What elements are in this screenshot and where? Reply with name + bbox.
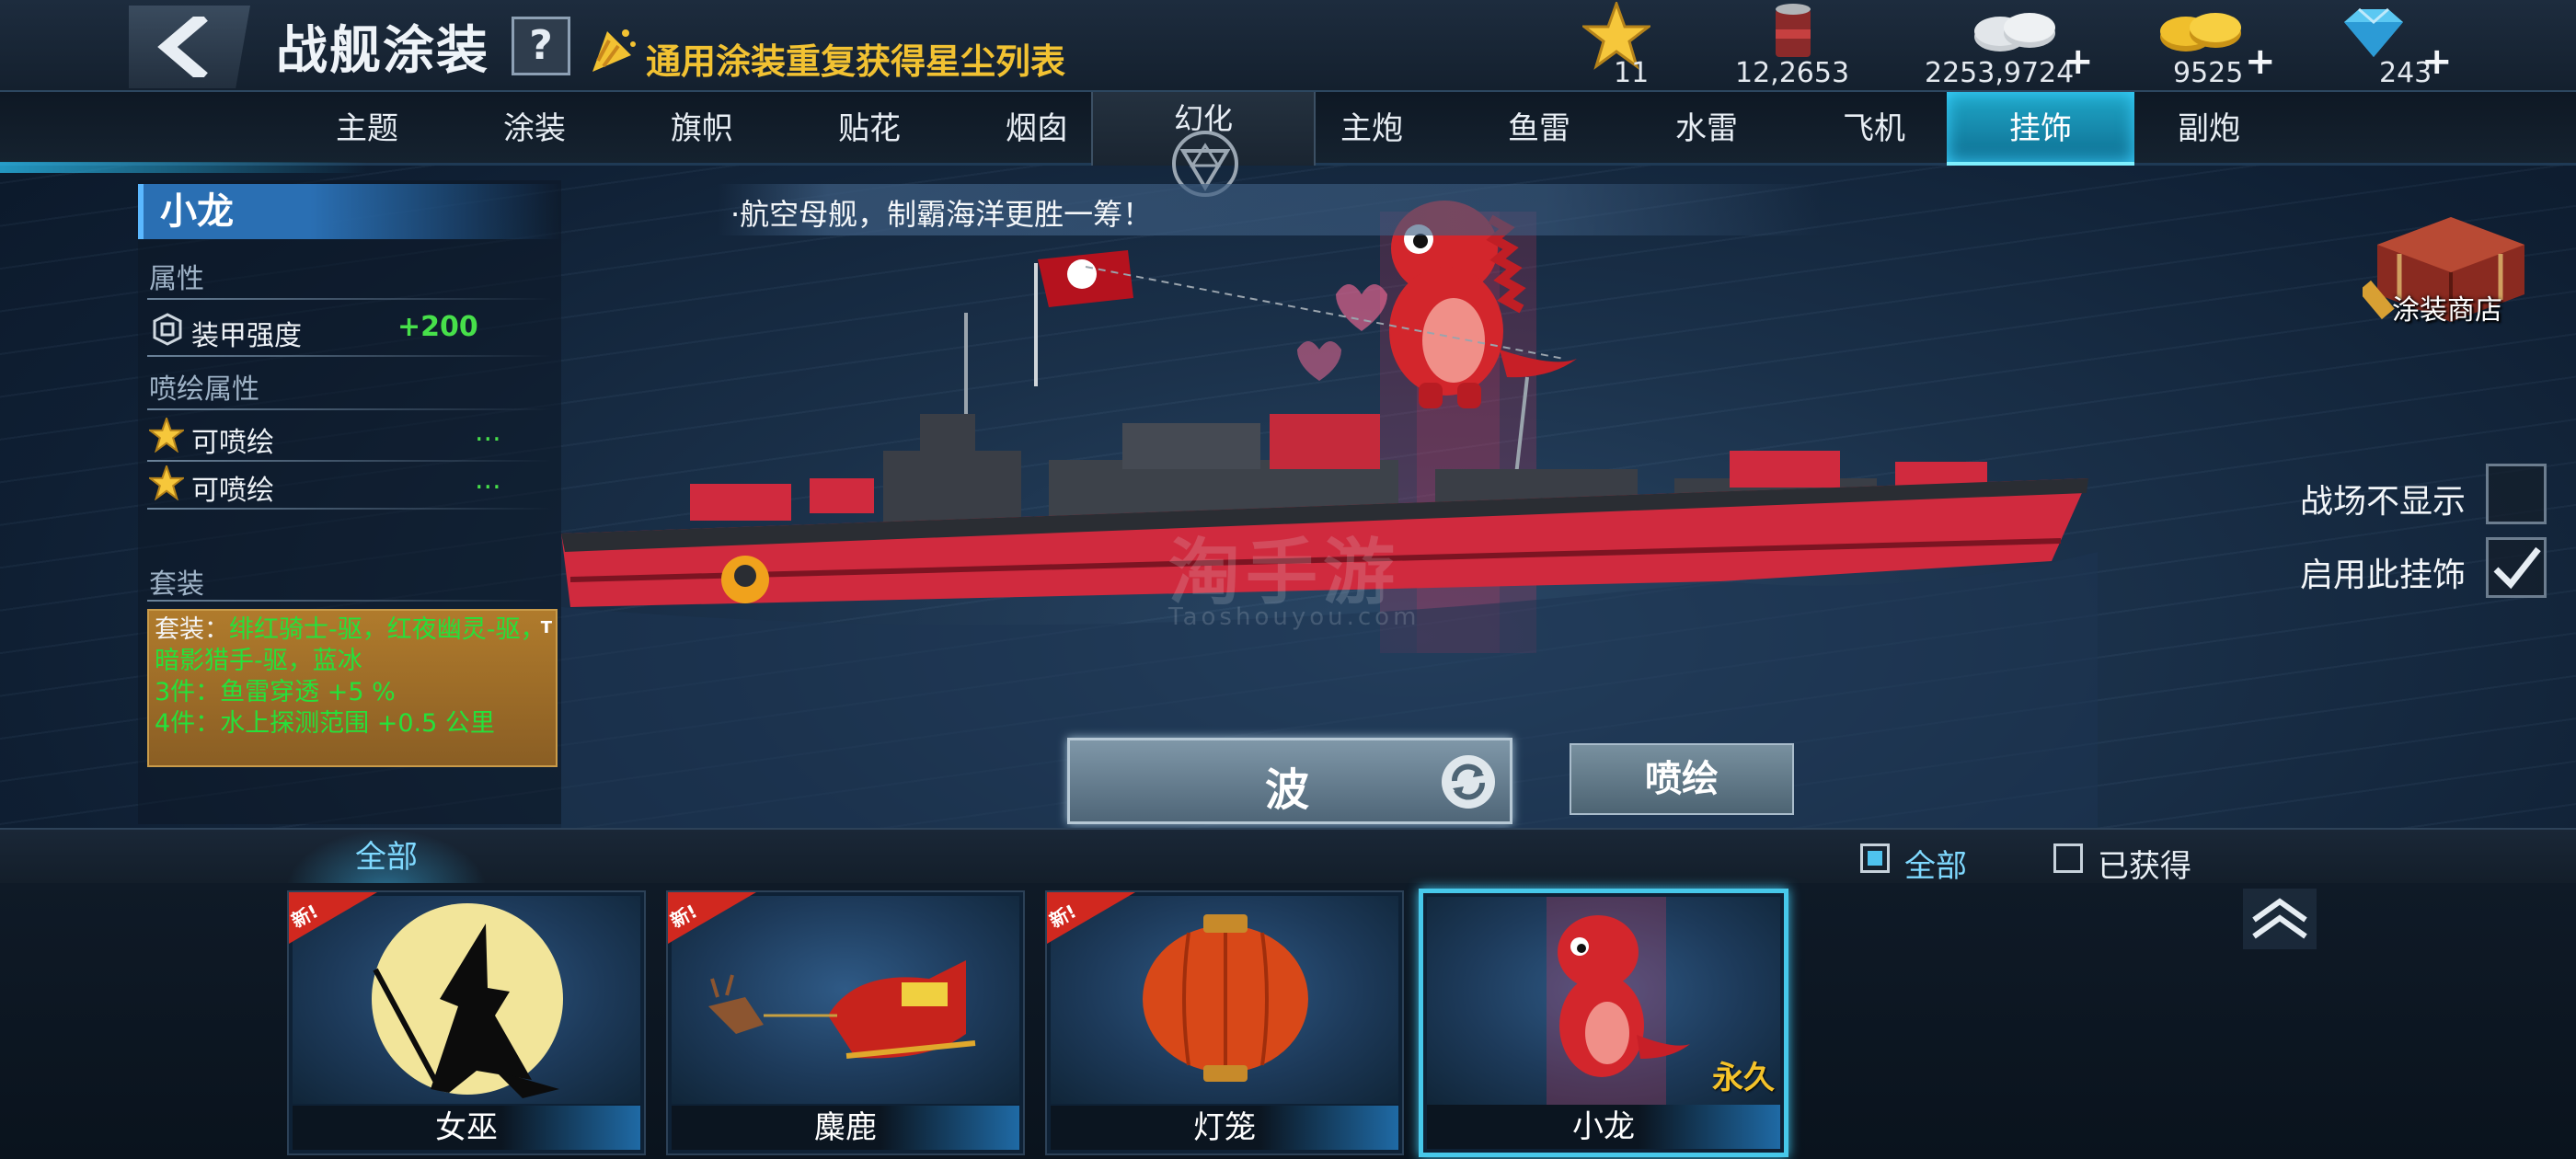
paint-attr-label: 可喷绘: [191, 427, 274, 459]
set-line: 4件：水上探测范围 +0.5 公里: [155, 709, 495, 738]
ornament-item-lantern[interactable]: 新! 灯笼: [1045, 890, 1404, 1155]
paint-attr-label: 可喷绘: [191, 475, 274, 507]
game-screen: 淘手游 Taoshouyou.com 战舰涂装 ? 通用涂装重复获得星尘列表 1…: [0, 0, 2576, 1159]
ornament-item-dragon[interactable]: 永久 小龙: [1419, 889, 1788, 1157]
star-icon: [149, 418, 184, 453]
filter-all-checkbox[interactable]: 全部: [1860, 841, 2044, 885]
help-button[interactable]: ?: [512, 17, 570, 75]
attr-section-title: 属性: [149, 263, 204, 295]
hide-in-battle-checkbox[interactable]: [2486, 464, 2547, 524]
paint-attr-value: ...: [475, 416, 501, 448]
spray-paint-button[interactable]: 喷绘: [1570, 743, 1794, 815]
shop-button-label[interactable]: 涂装商店: [2392, 287, 2502, 327]
paint-resource: 12,2653: [1730, 0, 1849, 92]
ornament-name: 小龙: [138, 184, 561, 239]
ornament-item-reindeer[interactable]: 新! 麋鹿: [666, 890, 1025, 1155]
toggle-label: 战场不显示: [2300, 483, 2467, 521]
item-name: 灯笼: [1051, 1106, 1398, 1150]
item-name: 小龙: [1427, 1105, 1780, 1149]
tab-mine[interactable]: 水雷: [1623, 92, 1790, 166]
party-popper-icon[interactable]: [587, 24, 638, 75]
paint-attr-row: 可喷绘 ...: [147, 416, 552, 459]
enable-ornament-toggle[interactable]: 启用此挂饰: [2291, 537, 2548, 602]
slogan-banner: ·航空母舰，制霸海洋更胜一筹！: [718, 184, 1822, 235]
wave-label: 波: [1265, 764, 1310, 816]
item-name: 女巫: [293, 1106, 640, 1150]
page-title: 战舰涂装: [276, 21, 489, 81]
tab-glow: [0, 162, 368, 173]
watermark-url: Taoshouyou.com: [1168, 603, 1420, 631]
refresh-icon[interactable]: [1440, 753, 1497, 810]
filter-category-all[interactable]: 全部: [285, 830, 488, 885]
silver-add-button[interactable]: +: [2063, 40, 2094, 83]
set-line: 3件：鱼雷穿透 +5 %: [155, 678, 396, 706]
item-name: 麋鹿: [672, 1106, 1019, 1150]
toggle-label: 启用此挂饰: [2300, 557, 2467, 594]
divider: [147, 600, 552, 602]
check-icon: [2493, 546, 2541, 590]
tab-ornament[interactable]: 挂饰: [1947, 92, 2134, 166]
divider: [147, 408, 552, 410]
tab-secondary-gun[interactable]: 副炮: [2125, 92, 2293, 166]
tab-theme[interactable]: 主题: [283, 92, 451, 166]
tab-torpedo[interactable]: 鱼雷: [1455, 92, 1623, 166]
double-chevron-up-icon: [2252, 898, 2307, 939]
tab-flag[interactable]: 旗帜: [618, 92, 786, 166]
collapse-button[interactable]: [2243, 889, 2317, 949]
gold-resource[interactable]: 9525 +: [2153, 0, 2282, 92]
tab-decal[interactable]: 贴花: [786, 92, 953, 166]
enable-ornament-checkbox[interactable]: [2486, 537, 2547, 598]
set-bonus-box: T 套装：绯红骑士-驱，红夜幽灵-驱，暗影猎手-驱，蓝冰 3件：鱼雷穿透 +5 …: [147, 609, 558, 767]
tab-paint[interactable]: 涂装: [451, 92, 618, 166]
info-panel: 小龙 属性 装甲强度 +200 喷绘属性 可喷绘 ... 可喷绘 ... 套装 …: [138, 180, 561, 824]
paint-attr-value: ...: [475, 464, 501, 496]
diamond-add-button[interactable]: +: [2421, 40, 2453, 83]
silver-coin-icon: [1974, 13, 2055, 52]
set-section-title: 套装: [149, 568, 204, 601]
checkbox-box: [2053, 843, 2083, 873]
divider: [147, 298, 552, 300]
diamond-resource[interactable]: 243 +: [2331, 0, 2453, 92]
set-corner-mark: T: [540, 618, 552, 637]
checkbox-label: 全部: [1904, 848, 1967, 885]
tab-aircraft[interactable]: 飞机: [1790, 92, 1958, 166]
divider: [147, 460, 552, 462]
hide-in-battle-toggle[interactable]: 战场不显示: [2291, 464, 2548, 528]
wave-button[interactable]: 波: [1067, 738, 1512, 824]
ornament-list: 新! 女巫 新! 麋鹿 新! 灯笼 永久 小龙: [0, 883, 2576, 1159]
diamond-icon: [2344, 7, 2403, 57]
silver-resource[interactable]: 2253,9724 +: [1925, 0, 2099, 92]
divider: [147, 508, 552, 510]
gold-add-button[interactable]: +: [2245, 40, 2276, 83]
star-icon: [149, 465, 184, 500]
new-badge: 新!: [1047, 892, 1135, 944]
checkbox-label: 已获得: [2098, 848, 2191, 885]
checkbox-box: [1860, 843, 1890, 873]
ornament-item-witch[interactable]: 新! 女巫: [287, 890, 646, 1155]
star-resource: 11: [1579, 0, 1662, 92]
set-line: 套装：绯红骑士-驱，红夜幽灵-驱，暗影猎手-驱，蓝冰: [155, 615, 546, 675]
filter-bar: 全部 全部 已获得: [0, 828, 2576, 885]
attr-row: 装甲强度 +200: [147, 309, 552, 352]
attr-value: +200: [397, 311, 478, 343]
paint-bucket-icon: [1776, 4, 1811, 57]
paint-attr-section-title: 喷绘属性: [149, 373, 259, 406]
slogan-text: ·航空母舰，制霸海洋更胜一筹！: [730, 197, 1153, 232]
notice-link[interactable]: 通用涂装重复获得星尘列表: [646, 33, 1065, 84]
top-bar: 战舰涂装 ? 通用涂装重复获得星尘列表 11 12,2653 2253,9724…: [0, 0, 2576, 92]
new-badge: 新!: [289, 892, 377, 944]
armor-icon: [153, 313, 182, 346]
gold-coin-icon: [2160, 13, 2241, 52]
attr-label: 装甲强度: [191, 320, 302, 352]
back-arrow-icon: [157, 17, 208, 77]
new-badge: 新!: [668, 892, 756, 944]
filter-owned-checkbox[interactable]: 已获得: [2053, 841, 2256, 885]
back-button[interactable]: [129, 6, 250, 88]
permanent-tag: 永久: [1712, 1060, 1775, 1096]
paint-attr-row: 可喷绘 ...: [147, 464, 552, 507]
divider: [147, 355, 552, 357]
tab-transform[interactable]: 幻化: [1091, 92, 1316, 197]
